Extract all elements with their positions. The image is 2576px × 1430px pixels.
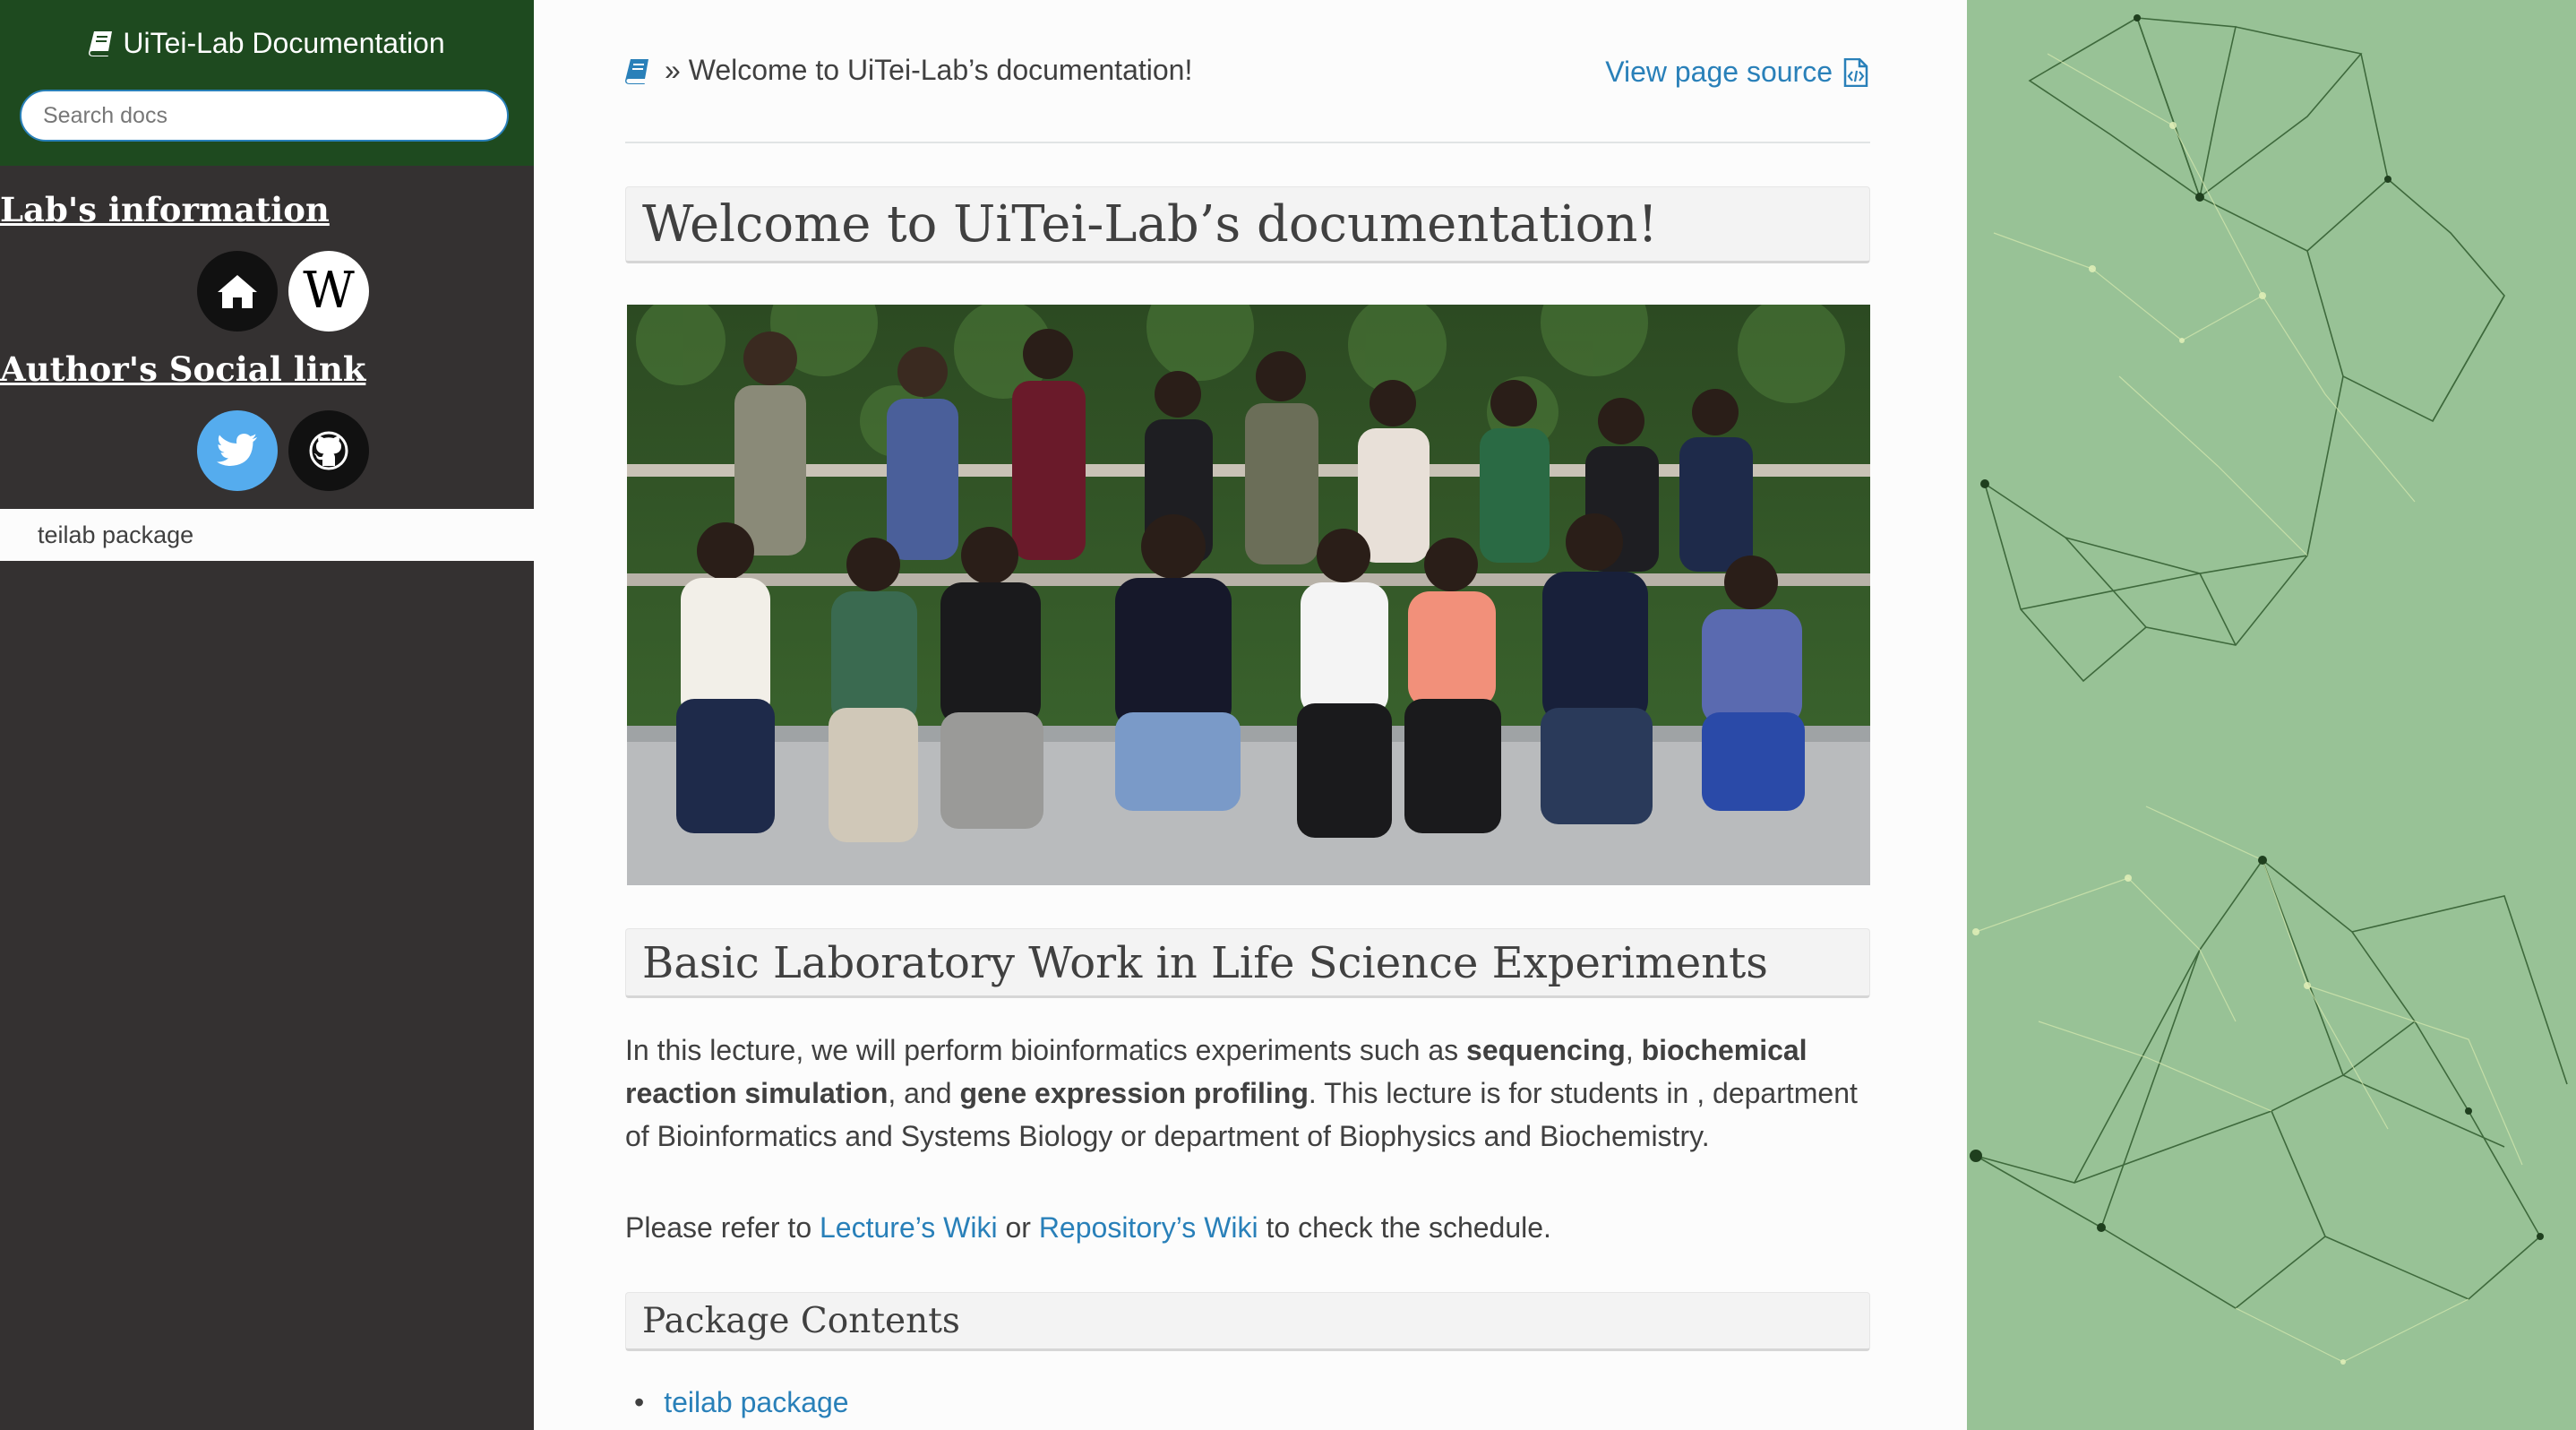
wikipedia-icon[interactable]: W <box>288 251 369 332</box>
breadcrumb-separator: » <box>665 54 681 86</box>
page-title: Welcome to UiTei-Lab’s documentation! <box>625 186 1870 263</box>
intro-text-3: , and <box>888 1077 960 1109</box>
search-input[interactable] <box>20 90 509 142</box>
author-social-link-heading: Author's Social link <box>0 349 366 389</box>
intro-paragraph: In this lecture, we will perform bioinfo… <box>625 1029 1879 1158</box>
intro-bold-sequencing: sequencing <box>1466 1034 1626 1066</box>
intro-text-1: In this lecture, we will perform bioinfo… <box>625 1034 1467 1066</box>
project-title-link[interactable]: UiTei-Lab Documentation <box>0 27 534 64</box>
section-heading-package-contents: Package Contents <box>625 1292 1870 1351</box>
file-code-icon <box>1843 57 1868 87</box>
lab-group-photo <box>627 305 1870 885</box>
sidebar: UiTei-Lab Documentation Lab's informatio… <box>0 0 534 1430</box>
section-heading-basic-lab-work: Basic Laboratory Work in Life Science Ex… <box>625 928 1870 998</box>
bullet-icon: • <box>634 1386 645 1418</box>
breadcrumb-divider <box>625 142 1870 143</box>
breadcrumb: » Welcome to UiTei-Lab’s documentation! <box>625 54 1192 87</box>
list-item: • teilab package <box>625 1380 849 1425</box>
svg-text:W: W <box>303 269 355 314</box>
sidebar-header: UiTei-Lab Documentation <box>0 0 534 166</box>
network-background-art <box>1970 14 2568 1365</box>
home-icon[interactable] <box>197 251 278 332</box>
teilab-package-link[interactable]: teilab package <box>664 1386 848 1418</box>
project-title-text: UiTei-Lab Documentation <box>123 27 445 59</box>
schedule-text-1: Please refer to <box>625 1211 820 1244</box>
view-page-source-link[interactable]: View page source <box>1605 56 1868 89</box>
book-home-icon[interactable] <box>625 57 650 84</box>
lectures-wiki-link[interactable]: Lecture’s Wiki <box>820 1211 998 1244</box>
schedule-text-2: or <box>997 1211 1039 1244</box>
view-page-source-label: View page source <box>1605 56 1833 88</box>
repository-wiki-link[interactable]: Repository’s Wiki <box>1039 1211 1258 1244</box>
github-icon[interactable] <box>288 410 369 491</box>
lab-information-heading: Lab's information <box>0 190 330 229</box>
intro-bold-gene-expression: gene expression profiling <box>959 1077 1309 1109</box>
schedule-paragraph: Please refer to Lecture’s Wiki or Reposi… <box>625 1206 1879 1249</box>
package-contents-list: • teilab package <box>625 1380 849 1425</box>
intro-text-2: , <box>1625 1034 1642 1066</box>
main-content: » Welcome to UiTei-Lab’s documentation! … <box>534 0 1967 1430</box>
twitter-icon[interactable] <box>197 410 278 491</box>
nav-item-teilab-package[interactable]: teilab package <box>0 509 534 561</box>
book-icon <box>89 30 114 64</box>
breadcrumb-current: Welcome to UiTei-Lab’s documentation! <box>688 54 1193 86</box>
schedule-text-3: to check the schedule. <box>1258 1211 1551 1244</box>
